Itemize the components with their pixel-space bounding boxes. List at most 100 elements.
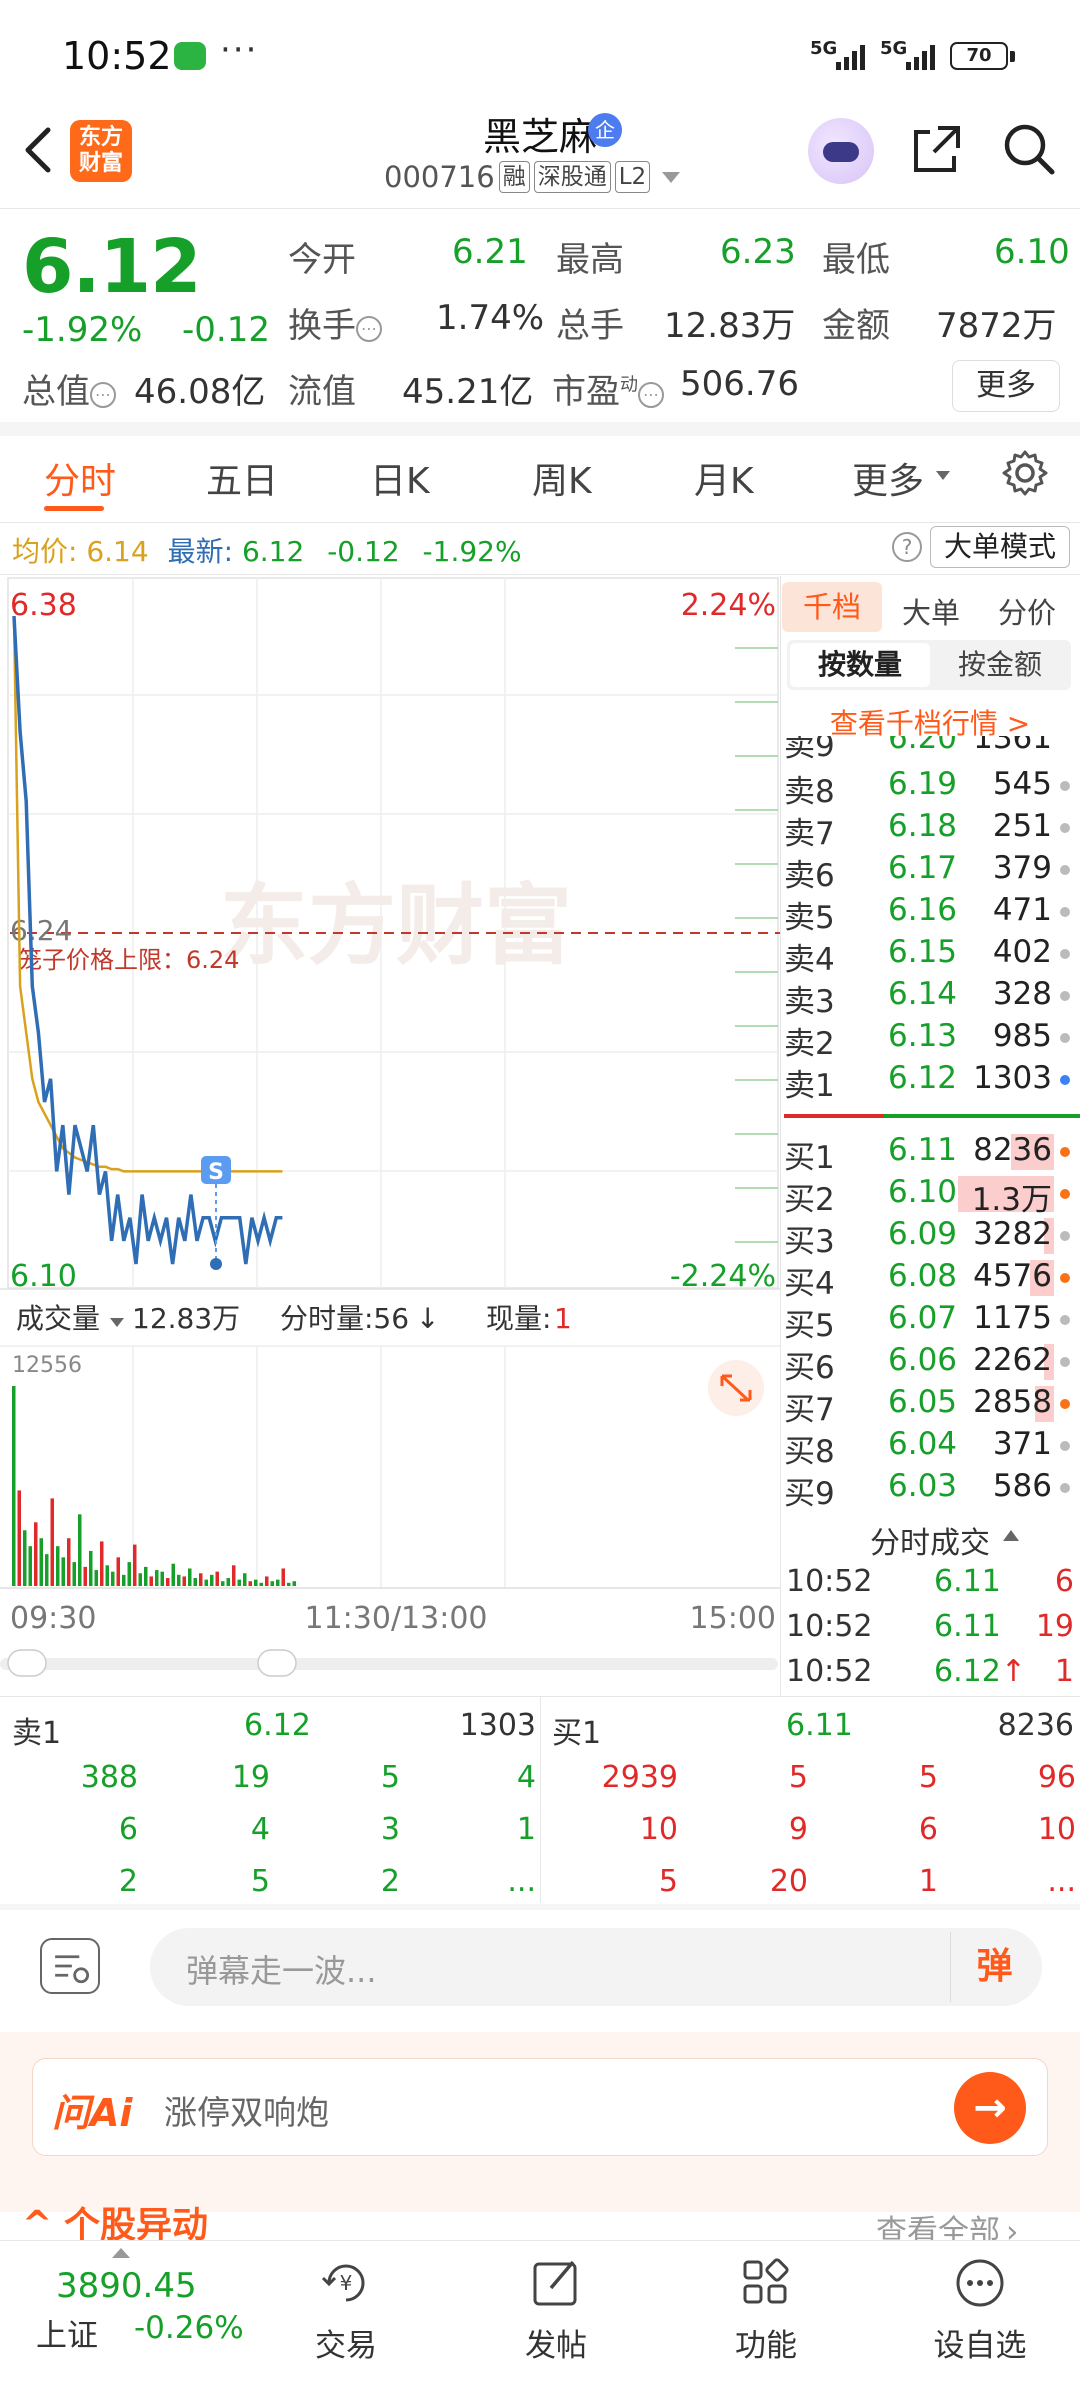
bid-row[interactable]: 买4 6.08 4576: [784, 1258, 1080, 1302]
down-arrow-icon: ↓: [416, 1302, 439, 1335]
ask-row[interactable]: 卖6 6.17 379: [784, 850, 1080, 894]
intraday-chart[interactable]: 东方财富 6.24 笼子价格上限：6.24 6.38 2.24% 6.10 -2…: [0, 576, 780, 1696]
bid-row[interactable]: 买7 6.05 2858: [784, 1384, 1080, 1428]
segment-by-amount[interactable]: 按金额: [932, 643, 1068, 687]
bid-row[interactable]: 买1 6.11 8236: [784, 1132, 1080, 1176]
latest-label: 最新:: [167, 535, 234, 568]
volume-bar: [182, 1576, 186, 1586]
bid-row[interactable]: 买8 6.04 371: [784, 1426, 1080, 1470]
nav-watchlist-label: 设自选: [933, 2328, 1027, 2364]
bid-marker-dot: [1060, 1315, 1070, 1325]
amount-value: 7872万: [936, 306, 1057, 346]
nav-trade[interactable]: ¥ 交易: [286, 2256, 406, 2365]
share-icon[interactable]: [908, 120, 966, 178]
bid-row[interactable]: 买9 6.03 586: [784, 1468, 1080, 1512]
nav-watchlist[interactable]: 设自选: [920, 2256, 1040, 2365]
up-arrow-icon: ↑: [1000, 1654, 1026, 1689]
ask-volume: 545: [992, 766, 1052, 802]
info-icon[interactable]: ⋯: [90, 382, 116, 408]
tab-weekly-k[interactable]: 周K: [532, 452, 592, 504]
bid-volume: 1.3万: [971, 1182, 1052, 1218]
ask-price: 6.18: [888, 808, 958, 844]
bid-row[interactable]: 买2 6.10 1.3万: [784, 1174, 1080, 1218]
orderbook-tab-big-orders[interactable]: 大单: [902, 590, 960, 632]
trades-title[interactable]: 分时成交: [782, 1518, 1078, 1562]
assistant-avatar[interactable]: [808, 118, 874, 184]
volume-bar: [116, 1557, 120, 1586]
ask-row[interactable]: 卖1 6.12 1303: [784, 1060, 1080, 1104]
market-cap-label-text: 总值: [22, 372, 90, 412]
bid-volume: 4576: [973, 1258, 1052, 1294]
tab-five-day[interactable]: 五日: [206, 452, 278, 504]
volume-bar: [292, 1581, 296, 1586]
more-button[interactable]: 更多: [952, 360, 1060, 412]
ask-queue-cell: 1: [516, 1812, 536, 1847]
info-icon[interactable]: ⋯: [638, 382, 664, 408]
float-cap-value: 45.21亿: [402, 372, 534, 412]
ask-volume: 1361: [973, 736, 1052, 756]
volume-bar: [105, 1565, 109, 1586]
volume-label[interactable]: 成交量: [16, 1302, 100, 1335]
current-volume-label: 现量:: [486, 1302, 551, 1335]
gear-icon[interactable]: [1000, 448, 1050, 498]
orderbook-tab-price[interactable]: 分价: [998, 590, 1056, 632]
ask-row[interactable]: 卖4 6.15 402: [784, 934, 1080, 978]
signal-marker[interactable]: S: [201, 1156, 231, 1270]
nav-post[interactable]: 发帖: [496, 2256, 616, 2365]
ask-row[interactable]: 卖5 6.16 471: [784, 892, 1080, 936]
time-start: 09:30: [10, 1601, 96, 1636]
top-price-label: 6.38: [10, 588, 77, 623]
ask-ai-go-button[interactable]: →: [954, 2072, 1026, 2144]
ask-row[interactable]: 卖8 6.19 545: [784, 766, 1080, 810]
bid-row[interactable]: 买6 6.06 2262: [784, 1342, 1080, 1386]
volume-bar: [193, 1578, 197, 1586]
bid-volume: 371: [992, 1426, 1052, 1462]
avg-price-row: 均价: 6.14 最新: 6.12 -0.12 -1.92%: [12, 530, 522, 570]
current-price: 6.12: [22, 224, 202, 310]
volume-bar: [221, 1581, 225, 1586]
ask-price: 6.14: [888, 976, 958, 1012]
stock-code-row[interactable]: 000716 融 深股通 L2: [384, 160, 681, 194]
tab-intraday[interactable]: 分时: [44, 452, 116, 504]
bid-label: 买2: [784, 1182, 835, 1218]
ask-row[interactable]: 卖3 6.14 328: [784, 976, 1080, 1020]
chart-grid: [7, 577, 779, 1588]
bid-marker-dot: [1060, 1441, 1070, 1451]
segment-by-quantity[interactable]: 按数量: [790, 643, 930, 687]
index-name: 上证: [36, 2318, 98, 2354]
tab-more[interactable]: 更多: [852, 452, 924, 504]
chevron-down-icon[interactable]: [662, 171, 681, 183]
bid-row[interactable]: 买5 6.07 1175: [784, 1300, 1080, 1344]
scroll-handle-right[interactable]: [257, 1649, 297, 1677]
ask-volume: 379: [992, 850, 1052, 886]
stock-code: 000716: [384, 160, 495, 194]
ask-label: 卖3: [784, 984, 835, 1020]
info-icon[interactable]: ⋯: [356, 316, 382, 342]
volume-bar: [155, 1570, 159, 1586]
orderbook-tab-depth[interactable]: 千档: [782, 582, 882, 632]
volume-bar: [133, 1544, 137, 1586]
scroll-track[interactable]: [0, 1658, 778, 1670]
index-value[interactable]: 3890.45: [56, 2266, 197, 2306]
ask-row[interactable]: 卖2 6.13 985: [784, 1018, 1080, 1062]
section-separator: [0, 422, 1080, 436]
ask-row[interactable]: 卖7 6.18 251: [784, 808, 1080, 852]
volume-total: 12.83万: [132, 1302, 240, 1335]
turnover-label-text: 换手: [288, 306, 356, 346]
bid-price: 6.03: [888, 1468, 958, 1504]
bid-row[interactable]: 买3 6.09 3282: [784, 1216, 1080, 1260]
nav-functions[interactable]: 功能: [706, 2256, 826, 2365]
search-icon[interactable]: [1000, 120, 1058, 178]
scroll-handle-left[interactable]: [7, 1649, 47, 1677]
avg-label: 均价:: [12, 535, 78, 568]
big-order-mode-button[interactable]: 大单模式: [930, 526, 1070, 568]
watermark: 东方财富: [220, 876, 572, 975]
danmaku-settings-icon[interactable]: [40, 1938, 100, 1994]
help-icon[interactable]: ?: [892, 532, 922, 562]
ask-marker-dot: [1060, 907, 1070, 917]
partial-ask-row: 卖9 6.20 1361: [784, 736, 1080, 760]
danmaku-send-button[interactable]: 弹: [950, 1932, 1038, 2002]
tab-monthly-k[interactable]: 月K: [694, 452, 754, 504]
volume-bar: [94, 1570, 98, 1586]
tab-daily-k[interactable]: 日K: [370, 452, 430, 504]
